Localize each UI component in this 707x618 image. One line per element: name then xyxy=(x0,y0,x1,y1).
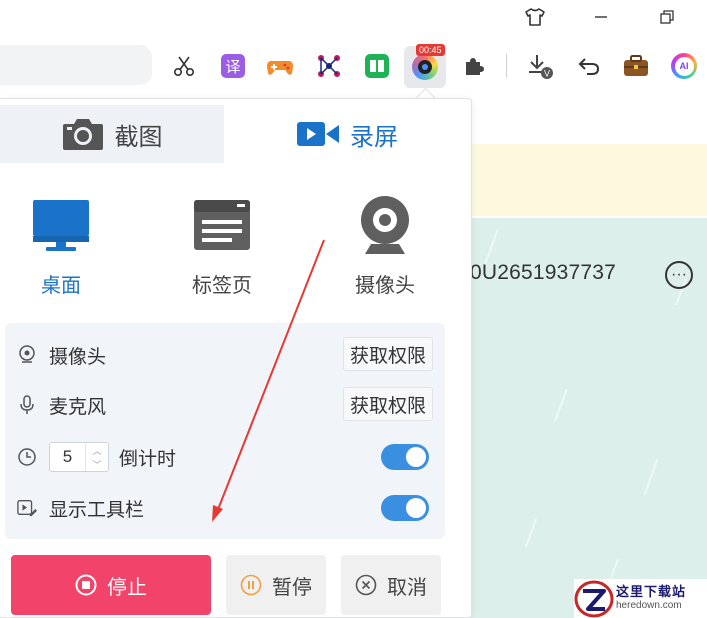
mode-label: 桌面 xyxy=(41,275,81,297)
tab-screen-record[interactable]: 录屏 xyxy=(224,105,470,163)
undo-icon[interactable] xyxy=(575,52,603,80)
record-mode-selector: 桌面 标签页 摄像头 xyxy=(0,195,471,305)
browser-tab-icon xyxy=(194,200,250,250)
toolbar-label: 显示工具栏 xyxy=(49,499,145,521)
browser-titlebar xyxy=(0,0,707,38)
restore-icon[interactable] xyxy=(656,6,678,28)
tab-label: 截图 xyxy=(114,123,163,151)
network-icon[interactable] xyxy=(315,52,343,80)
toolbar-setting-row: 显示工具栏 xyxy=(17,488,433,528)
microphone-setting-row: 麦克风 获取权限 xyxy=(17,385,433,425)
watermark-en: heredown.com xyxy=(616,599,682,611)
screen-recorder-icon xyxy=(412,54,438,80)
microphone-permission-button[interactable]: 获取权限 xyxy=(342,387,433,421)
cancel-button[interactable]: 取消 xyxy=(341,555,441,615)
countdown-setting-row: 5 ︿ ﹀ 倒计时 xyxy=(17,437,433,477)
game-icon[interactable] xyxy=(266,52,294,80)
pause-button[interactable]: 暂停 xyxy=(226,555,326,615)
record-settings-panel: 摄像头 获取权限 麦克风 获取权限 5 ︿ ﹀ 倒计时 显示工具栏 xyxy=(5,323,445,539)
translate-label: 译 xyxy=(221,54,245,78)
account-id: 0U2651937737 xyxy=(470,261,617,284)
close-icon xyxy=(355,574,377,596)
camera-permission-button[interactable]: 获取权限 xyxy=(342,337,433,371)
reader-icon[interactable] xyxy=(363,52,391,80)
toolbar-divider xyxy=(506,54,507,78)
mode-label: 摄像头 xyxy=(355,275,415,297)
site-watermark: 这里下载站 heredown.com xyxy=(574,579,707,618)
video-icon xyxy=(297,122,339,146)
ellipsis-icon: ··· xyxy=(671,266,687,283)
ai-label: AI xyxy=(674,56,694,76)
watermark-cn: 这里下载站 xyxy=(616,583,687,599)
tab-screenshot[interactable]: 截图 xyxy=(0,105,224,163)
monitor-icon xyxy=(33,200,89,251)
capture-tabs: 截图 录屏 xyxy=(0,105,471,163)
toolbar-edit-icon xyxy=(17,498,37,518)
browser-toolbar: 译 00:45 V AI xyxy=(0,38,707,98)
toggle-knob xyxy=(406,498,426,518)
countdown-toggle[interactable] xyxy=(381,444,429,470)
tab-label: 录屏 xyxy=(350,123,398,151)
stepper-arrows[interactable]: ︿ ﹀ xyxy=(85,443,108,471)
webcam-icon xyxy=(361,196,409,254)
countdown-stepper[interactable]: 5 ︿ ﹀ xyxy=(49,442,109,472)
mode-label: 标签页 xyxy=(192,275,252,297)
microphone-icon xyxy=(17,395,37,415)
briefcase-icon[interactable] xyxy=(622,52,650,80)
notice-banner xyxy=(470,144,707,216)
show-toolbar-toggle[interactable] xyxy=(381,495,429,521)
more-options-button[interactable]: ··· xyxy=(665,261,693,289)
stop-button[interactable]: 停止 xyxy=(11,555,211,615)
record-actions: 停止 暂停 取消 xyxy=(0,555,471,615)
camera-label: 摄像头 xyxy=(49,346,107,368)
screen-recorder-button[interactable]: 00:45 xyxy=(404,44,446,88)
mode-desktop[interactable]: 桌面 xyxy=(1,195,121,298)
scissors-icon[interactable] xyxy=(170,52,198,80)
mode-tab[interactable]: 标签页 xyxy=(162,195,282,298)
stop-icon xyxy=(75,574,97,596)
puzzle-icon[interactable] xyxy=(460,52,488,80)
camera-setting-row: 摄像头 获取权限 xyxy=(17,335,433,375)
ai-icon[interactable]: AI xyxy=(670,52,698,80)
mode-webcam[interactable]: 摄像头 xyxy=(325,195,445,298)
toggle-knob xyxy=(406,447,426,467)
chevron-down-icon[interactable]: ﹀ xyxy=(92,458,101,471)
countdown-label: 倒计时 xyxy=(119,448,177,470)
svg-text:V: V xyxy=(544,69,550,79)
stop-label: 停止 xyxy=(107,576,147,599)
camera-icon xyxy=(62,119,103,150)
download-icon[interactable]: V xyxy=(526,52,554,80)
minimize-icon[interactable] xyxy=(590,6,612,28)
countdown-value: 5 xyxy=(62,447,73,466)
cancel-label: 取消 xyxy=(387,576,427,599)
chevron-up-icon[interactable]: ︿ xyxy=(92,444,101,457)
camera-small-icon xyxy=(17,345,37,365)
tshirt-icon[interactable] xyxy=(524,6,546,28)
site-logo xyxy=(574,580,614,618)
recording-badge: 00:45 xyxy=(416,44,445,56)
translate-icon[interactable]: 译 xyxy=(219,52,247,80)
pause-label: 暂停 xyxy=(272,576,312,599)
address-bar[interactable] xyxy=(0,45,152,85)
pause-icon xyxy=(240,574,262,596)
clock-icon xyxy=(17,447,37,467)
screen-recorder-popup: 截图 录屏 桌面 标签页 摄像头 摄像头 获取权限 麦克风 获取权限 5 ︿ ﹀… xyxy=(0,98,472,618)
microphone-label: 麦克风 xyxy=(49,396,107,418)
